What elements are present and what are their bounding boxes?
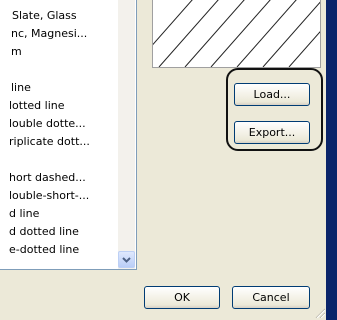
window-frame-edge [326,0,337,320]
export-button[interactable]: Export... [234,121,310,144]
list-item[interactable]: nc, Magnesi... [11,26,87,42]
list-item[interactable]: e-dotted line [9,242,79,258]
list-item[interactable]: line [11,80,31,96]
resize-gripper-icon[interactable] [313,306,325,318]
load-button[interactable]: Load... [234,83,310,106]
line-style-preview [152,0,321,68]
chevron-down-icon [122,257,131,263]
cancel-button[interactable]: Cancel [232,286,310,309]
listbox-scrollbar[interactable] [118,0,135,269]
list-item[interactable]: d dotted line [9,224,79,240]
list-item[interactable]: louble dotte... [9,116,86,132]
line-style-listbox[interactable]: Slate, Glass nc, Magnesi... m line lotte… [0,0,137,270]
ok-button[interactable]: OK [144,286,220,309]
list-item[interactable]: hort dashed... [9,170,86,186]
scroll-down-button[interactable] [118,251,135,268]
list-item[interactable]: riplicate dott... [9,134,90,150]
list-item[interactable]: louble-short-... [9,188,89,204]
list-item[interactable]: Slate, Glass [12,8,77,24]
list-item[interactable]: d line [9,206,39,222]
list-item[interactable]: m [11,44,22,60]
hatch-pattern [153,0,320,67]
list-item[interactable]: lotted line [9,98,65,114]
